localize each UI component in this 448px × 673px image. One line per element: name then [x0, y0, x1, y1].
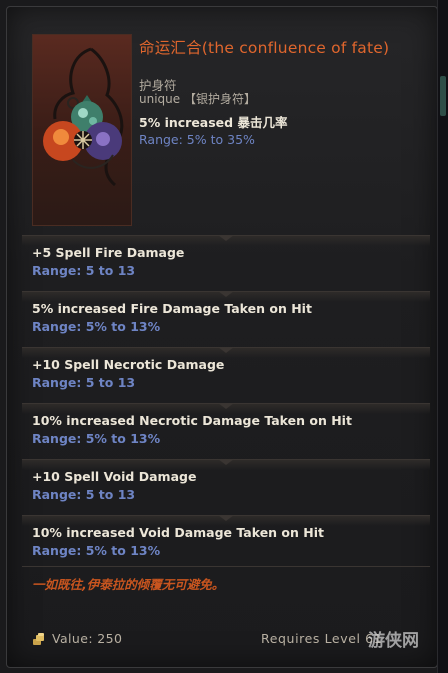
affix-range: Range: 5% to 13% — [32, 319, 161, 334]
affix-range: Range: 5 to 13 — [32, 375, 136, 390]
affix-text: +10 Spell Necrotic Damage — [32, 357, 225, 372]
divider-notch — [218, 515, 234, 521]
divider-notch — [218, 459, 234, 465]
affix-row: 10% increased Void Damage Taken on Hit R… — [22, 515, 430, 571]
item-value: Value: 250 — [32, 631, 122, 646]
affix-range: Range: 5 to 13 — [32, 487, 136, 502]
affix-row: 5% increased Fire Damage Taken on Hit Ra… — [22, 291, 430, 347]
divider — [22, 566, 430, 567]
implicit-range: Range: 5% to 35% — [139, 132, 255, 147]
affix-row: +10 Spell Void Damage Range: 5 to 13 — [22, 459, 430, 515]
affix-text: 10% increased Void Damage Taken on Hit — [32, 525, 324, 540]
amulet-icon — [43, 47, 124, 187]
watermark-logo: 游侠网 — [368, 631, 419, 651]
lore-text: 一如既往,伊泰拉的倾覆无可避免。 — [32, 577, 225, 592]
item-title: 命运汇合(the confluence of fate) — [139, 39, 390, 57]
affix-row: 10% increased Necrotic Damage Taken on H… — [22, 403, 430, 459]
affix-list: +5 Spell Fire Damage Range: 5 to 13 5% i… — [22, 235, 430, 571]
divider-notch — [218, 347, 234, 353]
level-requirement: Requires Level 61 — [261, 631, 383, 646]
divider-notch — [218, 403, 234, 409]
affix-range: Range: 5 to 13 — [32, 263, 136, 278]
affix-text: 10% increased Necrotic Damage Taken on H… — [32, 413, 352, 428]
affix-text: 5% increased Fire Damage Taken on Hit — [32, 301, 312, 316]
scrollbar[interactable] — [437, 0, 448, 673]
scrollbar-thumb[interactable] — [440, 76, 446, 116]
affix-text: +5 Spell Fire Damage — [32, 245, 185, 260]
divider-notch — [218, 291, 234, 297]
affix-range: Range: 5% to 13% — [32, 431, 161, 446]
affix-range: Range: 5% to 13% — [32, 543, 161, 558]
coin-icon — [33, 632, 44, 645]
affix-text: +10 Spell Void Damage — [32, 469, 197, 484]
divider-notch — [218, 235, 234, 241]
affix-row: +10 Spell Necrotic Damage Range: 5 to 13 — [22, 347, 430, 403]
implicit-affix: 5% increased 暴击几率 — [139, 115, 288, 130]
item-header: 命运汇合(the confluence of fate) 护身符 unique … — [6, 6, 436, 231]
value-label: Value: 250 — [52, 631, 123, 646]
item-rarity: unique 【银护身符】 — [139, 92, 256, 106]
item-image-frame — [32, 34, 132, 226]
affix-row: +5 Spell Fire Damage Range: 5 to 13 — [22, 235, 430, 291]
